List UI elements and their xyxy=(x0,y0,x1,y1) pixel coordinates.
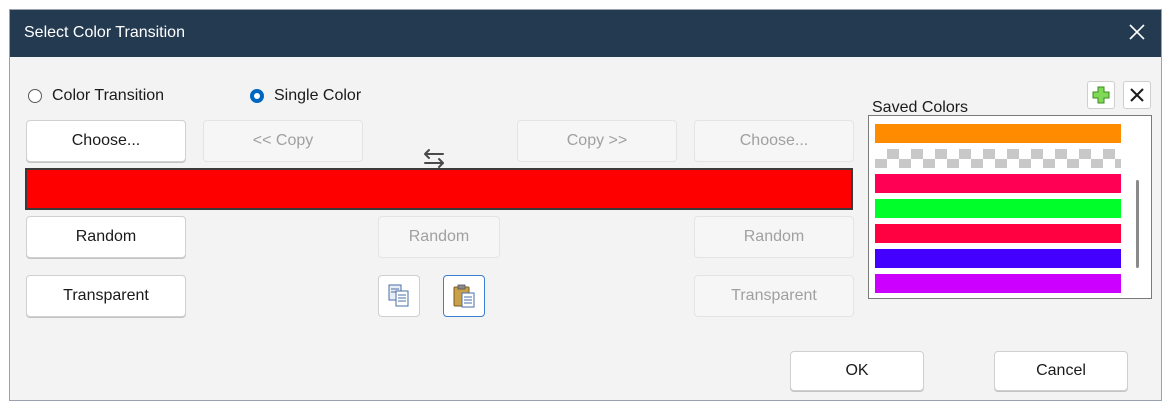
right-transparent-button[interactable]: Transparent xyxy=(694,275,854,317)
radio-circle-checked-icon xyxy=(250,89,264,103)
saved-color-swatch[interactable] xyxy=(875,124,1121,143)
copy-color-button[interactable] xyxy=(378,275,420,317)
radio-circle-icon xyxy=(28,89,42,103)
left-random-button[interactable]: Random xyxy=(26,216,186,258)
saved-color-swatch[interactable] xyxy=(875,174,1121,193)
add-saved-color-button[interactable] xyxy=(1087,81,1115,109)
middle-random-button[interactable]: Random xyxy=(378,216,500,258)
paste-color-button[interactable] xyxy=(443,275,485,317)
checker-pattern xyxy=(875,158,1121,168)
checker-pattern xyxy=(875,149,1121,159)
radio-color-transition[interactable]: Color Transition xyxy=(28,87,164,105)
plus-icon xyxy=(1092,86,1110,104)
saved-color-swatch[interactable] xyxy=(875,224,1121,243)
copy-left-button[interactable]: << Copy xyxy=(203,120,363,162)
title-bar: Select Color Transition xyxy=(10,10,1161,57)
saved-color-swatch[interactable] xyxy=(875,274,1121,293)
scrollbar-thumb[interactable] xyxy=(1136,180,1139,268)
right-choose-button[interactable]: Choose... xyxy=(694,120,854,162)
saved-color-swatch[interactable] xyxy=(875,199,1121,218)
saved-color-swatch-transparent[interactable] xyxy=(875,149,1121,168)
left-choose-button[interactable]: Choose... xyxy=(26,120,186,162)
delete-saved-color-button[interactable] xyxy=(1123,81,1151,109)
radio-label: Single Color xyxy=(274,87,362,104)
saved-color-swatch[interactable] xyxy=(875,249,1121,268)
ok-button[interactable]: OK xyxy=(790,351,924,391)
left-transparent-button[interactable]: Transparent xyxy=(26,275,186,317)
cancel-button[interactable]: Cancel xyxy=(994,351,1128,391)
dialog-window: Select Color Transition Color Transition… xyxy=(9,9,1162,401)
copy-pages-icon xyxy=(388,284,409,307)
right-random-button[interactable]: Random xyxy=(694,216,854,258)
saved-colors-list[interactable] xyxy=(868,115,1152,299)
close-icon xyxy=(1130,88,1144,102)
close-icon[interactable] xyxy=(1127,22,1147,42)
dialog-content: Color Transition Single Color Choose... … xyxy=(10,57,1161,400)
radio-label: Color Transition xyxy=(52,87,165,104)
copy-right-button[interactable]: Copy >> xyxy=(517,120,677,162)
paste-clipboard-icon xyxy=(453,284,475,308)
color-preview-bar[interactable] xyxy=(25,168,853,210)
radio-single-color[interactable]: Single Color xyxy=(250,87,361,105)
dialog-title: Select Color Transition xyxy=(24,24,185,41)
